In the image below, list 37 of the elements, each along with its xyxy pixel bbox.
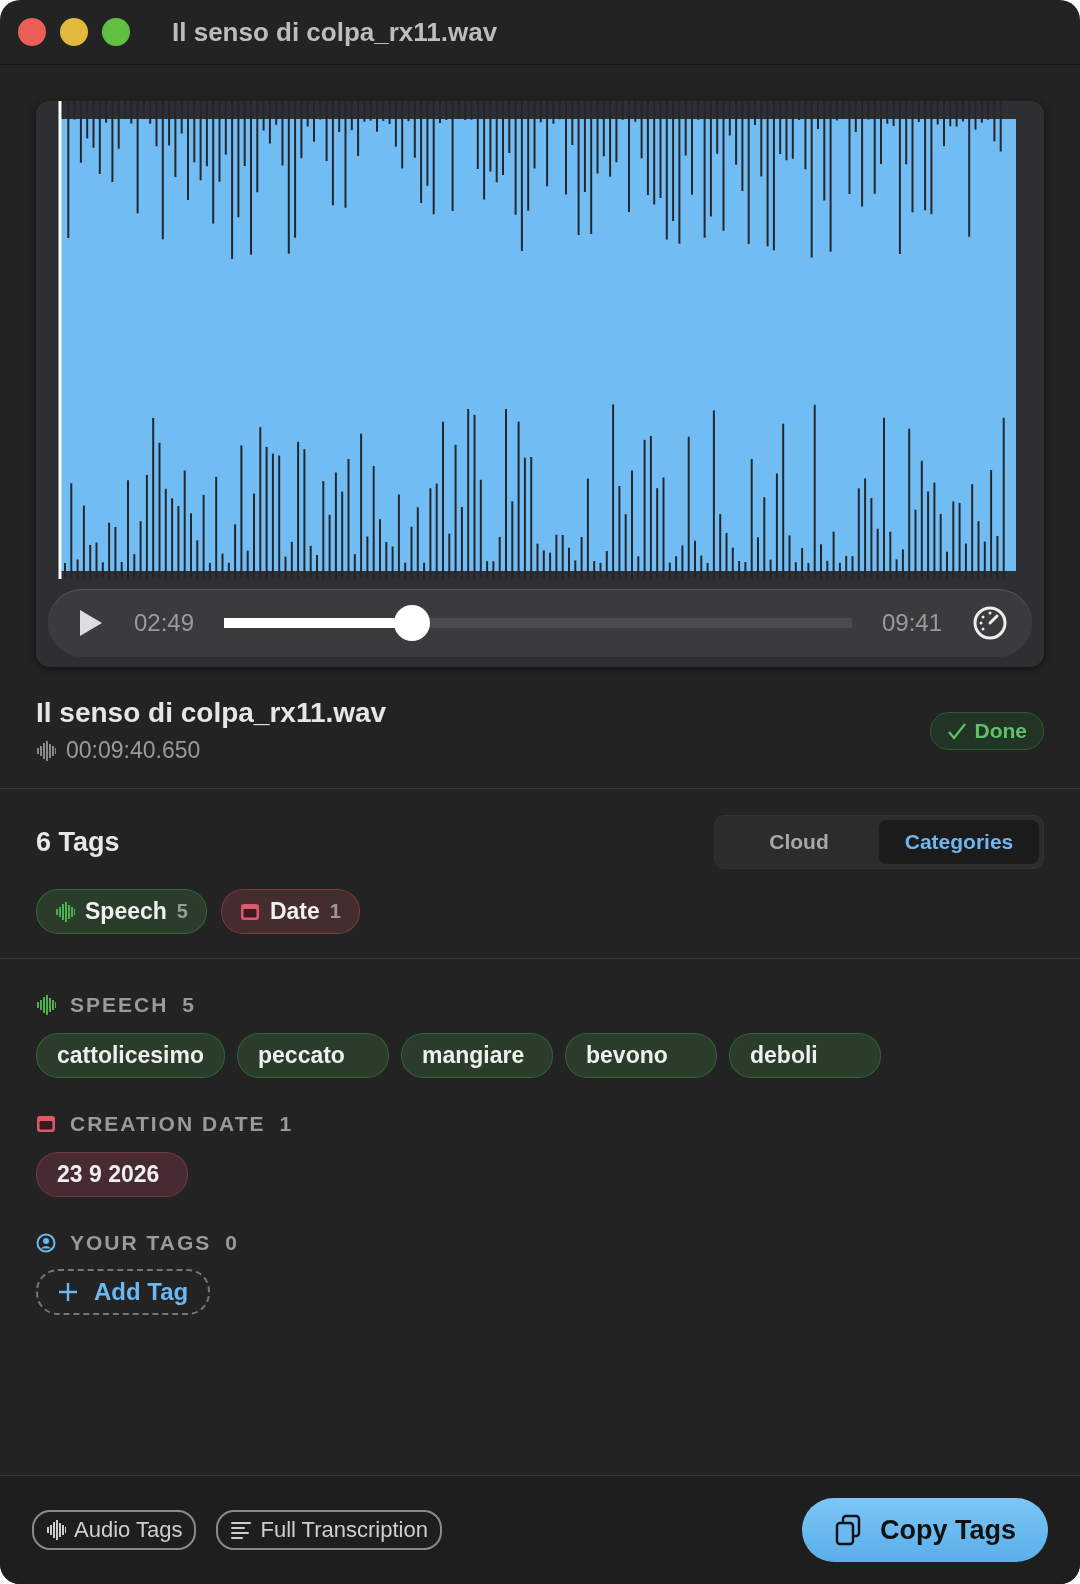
status-text: Done: [974, 718, 1027, 743]
section-title: YOUR TAGS: [70, 1231, 212, 1255]
tag-chip[interactable]: bevono: [565, 1033, 717, 1078]
tags-count-title: 6 Tags: [36, 826, 120, 858]
window-title: Il senso di colpa_rx11.wav: [172, 16, 498, 48]
text-lines-icon: [230, 1520, 253, 1540]
plus-icon: [58, 1282, 78, 1302]
play-icon[interactable]: [78, 608, 104, 638]
view-tab[interactable]: Cloud: [719, 820, 879, 864]
tag-chip[interactable]: deboli: [729, 1033, 881, 1078]
section-count: 5: [182, 993, 197, 1017]
category-chip[interactable]: Speech 5: [36, 889, 207, 934]
footer-button[interactable]: Audio Tags: [32, 1510, 197, 1550]
close-button[interactable]: [18, 18, 46, 46]
file-name: Il senso di colpa_rx11.wav: [36, 697, 387, 729]
section-count: 0: [225, 1231, 239, 1255]
duration-time: 09:41: [881, 609, 942, 637]
tag-chip[interactable]: mangiare: [401, 1033, 553, 1078]
minimize-button[interactable]: [60, 18, 88, 46]
section-count: 1: [279, 1112, 294, 1136]
waveform-icon: [36, 740, 56, 761]
tag-chip[interactable]: cattolicesimo: [36, 1033, 225, 1078]
section-title: SPEECH: [70, 993, 169, 1017]
file-duration: 00:09:40.650: [66, 737, 201, 764]
section-title: CREATION DATE: [70, 1112, 266, 1136]
zoom-button[interactable]: [102, 18, 130, 46]
checkmark-icon: [946, 721, 967, 740]
tag-chip[interactable]: peccato: [237, 1033, 389, 1078]
documents-icon: [834, 1514, 862, 1546]
category-chip[interactable]: Date 1: [220, 889, 360, 934]
view-tab[interactable]: Categories: [879, 820, 1039, 864]
add-tag-button[interactable]: Add Tag: [36, 1269, 211, 1315]
footer-button[interactable]: Full Transcription: [216, 1510, 442, 1550]
speedometer-icon[interactable]: [972, 605, 1008, 641]
elapsed-time: 02:49: [134, 609, 195, 637]
tag-chip[interactable]: 23 9 2026: [36, 1152, 188, 1197]
copy-tags-button[interactable]: Copy Tags: [802, 1498, 1048, 1562]
